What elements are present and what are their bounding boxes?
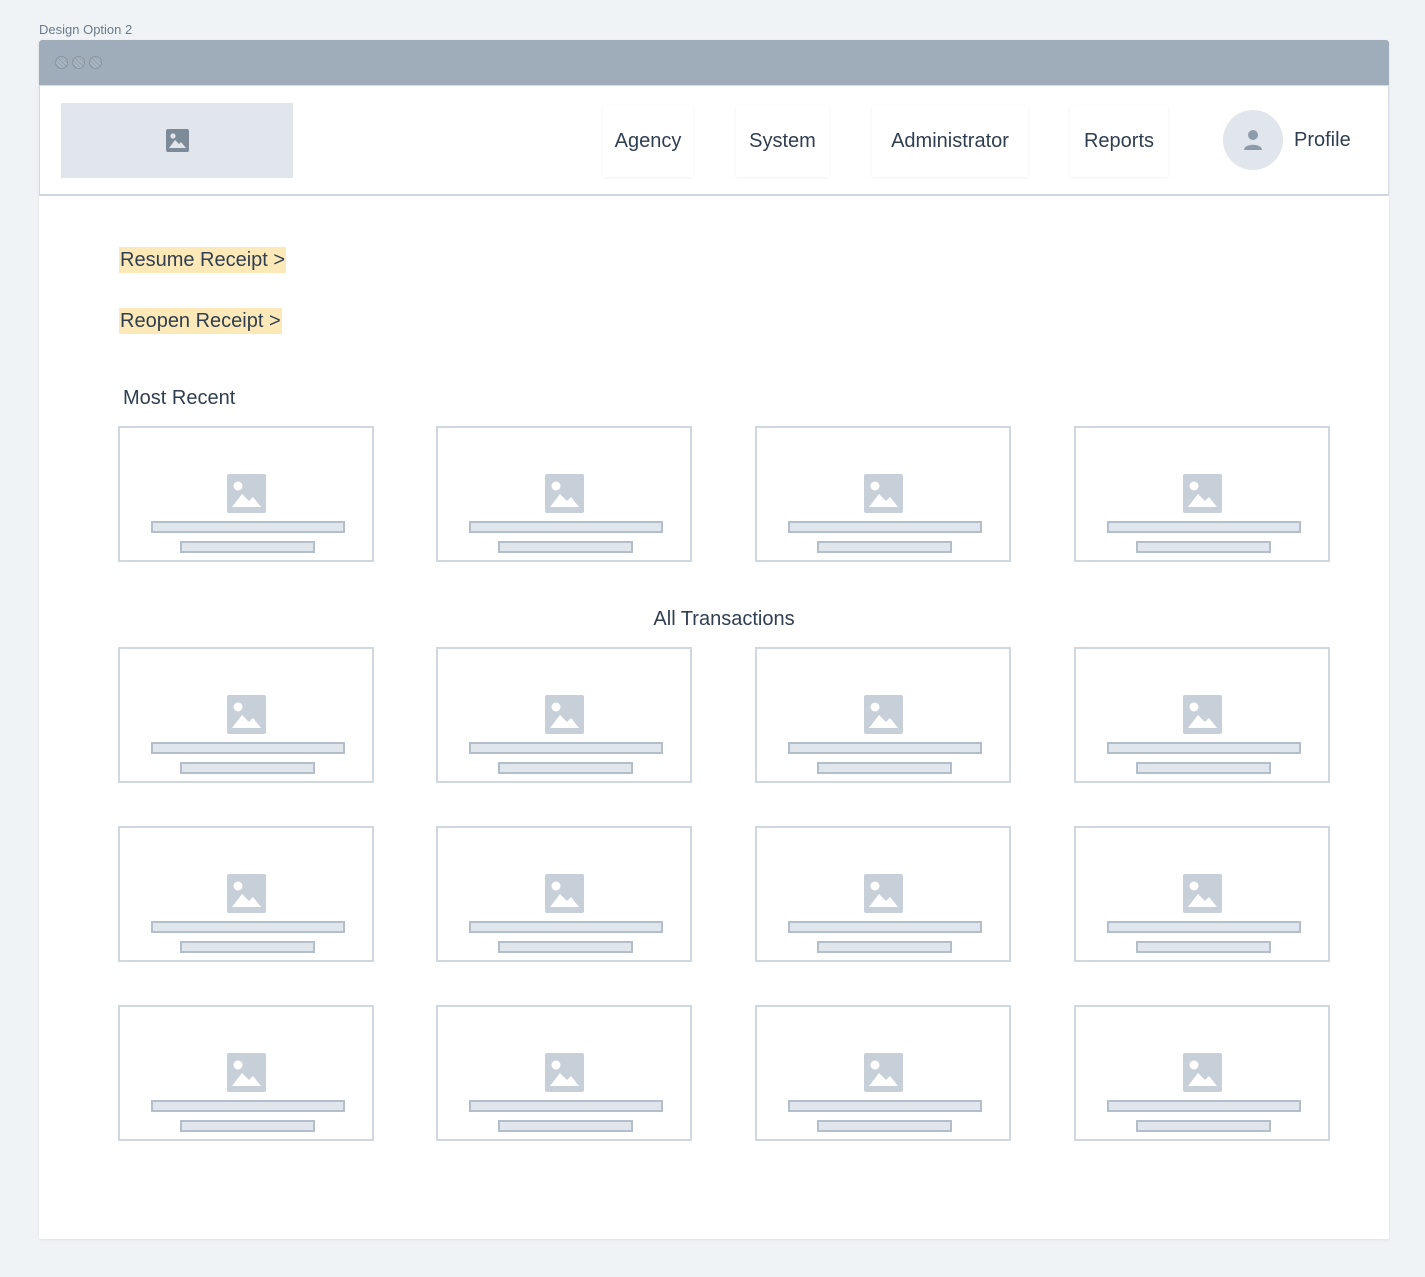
image-placeholder-icon xyxy=(227,1053,266,1092)
card-title-placeholder xyxy=(1107,1100,1301,1112)
card-title-placeholder xyxy=(469,521,663,533)
transaction-card[interactable] xyxy=(1074,426,1330,562)
card-subtitle-placeholder xyxy=(1136,941,1271,953)
image-placeholder-icon xyxy=(227,474,266,513)
image-placeholder-icon xyxy=(1183,474,1222,513)
nav-item-label: Agency xyxy=(614,129,682,152)
nav-item-label: Administrator xyxy=(891,129,1009,152)
card-title-placeholder xyxy=(151,742,345,754)
card-title-placeholder xyxy=(788,521,982,533)
card-subtitle-placeholder xyxy=(817,1120,952,1132)
browser-window: Agency System Administrator Reports Prof… xyxy=(39,40,1389,1239)
transaction-card[interactable] xyxy=(755,826,1011,962)
nav-item-label: System xyxy=(749,129,816,152)
nav-item-system[interactable]: System xyxy=(736,105,829,177)
reopen-receipt-link[interactable]: Reopen Receipt > xyxy=(119,308,282,334)
card-title-placeholder xyxy=(469,742,663,754)
transaction-card[interactable] xyxy=(118,1005,374,1141)
nav-item-label: Reports xyxy=(1083,129,1155,152)
card-subtitle-placeholder xyxy=(498,541,633,553)
nav-item-agency[interactable]: Agency xyxy=(603,105,693,177)
card-subtitle-placeholder xyxy=(817,762,952,774)
card-title-placeholder xyxy=(1107,742,1301,754)
image-placeholder-icon xyxy=(864,695,903,734)
card-subtitle-placeholder xyxy=(817,541,952,553)
transaction-card[interactable] xyxy=(755,426,1011,562)
card-title-placeholder xyxy=(151,1100,345,1112)
image-placeholder-icon xyxy=(1183,874,1222,913)
user-icon xyxy=(1244,130,1262,150)
avatar xyxy=(1223,110,1283,170)
card-subtitle-placeholder xyxy=(180,541,315,553)
transaction-card[interactable] xyxy=(1074,647,1330,783)
card-title-placeholder xyxy=(788,921,982,933)
card-title-placeholder xyxy=(788,742,982,754)
image-placeholder-icon xyxy=(1183,1053,1222,1092)
card-subtitle-placeholder xyxy=(180,1120,315,1132)
transaction-card[interactable] xyxy=(436,1005,692,1141)
window-titlebar xyxy=(39,40,1389,85)
card-subtitle-placeholder xyxy=(1136,762,1271,774)
resume-receipt-link[interactable]: Resume Receipt > xyxy=(119,247,287,273)
window-minimize-dot[interactable] xyxy=(72,56,85,69)
card-subtitle-placeholder xyxy=(498,762,633,774)
transaction-card[interactable] xyxy=(1074,1005,1330,1141)
card-subtitle-placeholder xyxy=(180,762,315,774)
card-subtitle-placeholder xyxy=(1136,1120,1271,1132)
image-placeholder-icon xyxy=(545,695,584,734)
frame-label: Design Option 2 xyxy=(39,22,133,37)
card-subtitle-placeholder xyxy=(180,941,315,953)
card-title-placeholder xyxy=(151,921,345,933)
image-placeholder-icon xyxy=(545,474,584,513)
image-placeholder-icon xyxy=(864,474,903,513)
profile-label: Profile xyxy=(1294,128,1351,151)
card-title-placeholder xyxy=(469,1100,663,1112)
window-close-dot[interactable] xyxy=(55,56,68,69)
transaction-card[interactable] xyxy=(118,647,374,783)
window-maximize-dot[interactable] xyxy=(89,56,102,69)
transaction-card[interactable] xyxy=(436,426,692,562)
most-recent-title: Most Recent xyxy=(123,387,236,409)
image-placeholder-icon xyxy=(227,695,266,734)
transaction-card[interactable] xyxy=(1074,826,1330,962)
top-navbar: Agency System Administrator Reports Prof… xyxy=(39,85,1389,196)
image-placeholder-icon xyxy=(1183,695,1222,734)
image-placeholder-icon xyxy=(864,1053,903,1092)
card-title-placeholder xyxy=(151,521,345,533)
transaction-card[interactable] xyxy=(118,826,374,962)
card-subtitle-placeholder xyxy=(1136,541,1271,553)
image-placeholder-icon xyxy=(545,874,584,913)
card-title-placeholder xyxy=(1107,521,1301,533)
nav-item-administrator[interactable]: Administrator xyxy=(872,105,1028,177)
image-placeholder-icon xyxy=(545,1053,584,1092)
card-subtitle-placeholder xyxy=(498,941,633,953)
card-title-placeholder xyxy=(788,1100,982,1112)
card-title-placeholder xyxy=(1107,921,1301,933)
transaction-card[interactable] xyxy=(755,1005,1011,1141)
card-subtitle-placeholder xyxy=(498,1120,633,1132)
transaction-card[interactable] xyxy=(755,647,1011,783)
image-placeholder-icon xyxy=(864,874,903,913)
logo-placeholder[interactable] xyxy=(61,103,293,178)
transaction-card[interactable] xyxy=(436,647,692,783)
image-placeholder-icon xyxy=(165,129,189,152)
card-subtitle-placeholder xyxy=(817,941,952,953)
nav-item-reports[interactable]: Reports xyxy=(1070,105,1168,177)
profile-menu[interactable]: Profile xyxy=(1223,110,1351,170)
all-transactions-title: All Transactions xyxy=(653,608,795,630)
transaction-card[interactable] xyxy=(118,426,374,562)
card-title-placeholder xyxy=(469,921,663,933)
image-placeholder-icon xyxy=(227,874,266,913)
transaction-card[interactable] xyxy=(436,826,692,962)
